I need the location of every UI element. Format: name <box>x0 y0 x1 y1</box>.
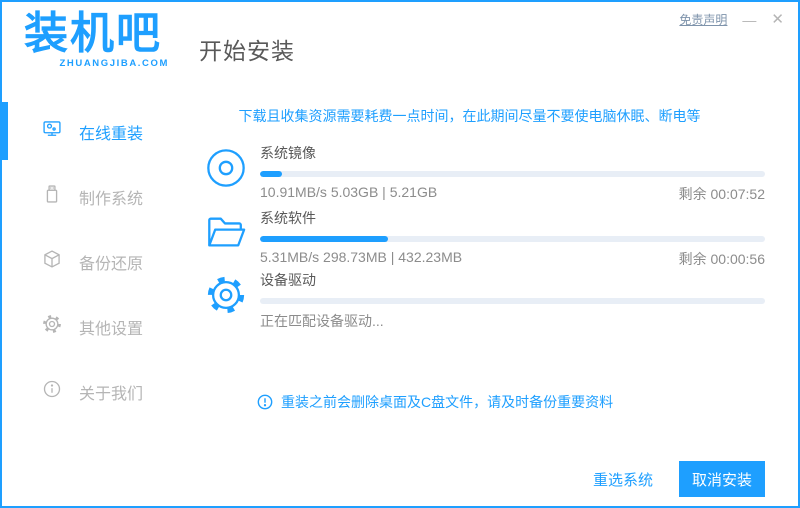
info-icon <box>42 379 62 404</box>
sidebar-item-label: 在线重装 <box>79 125 144 143</box>
folder-icon <box>205 212 247 254</box>
disc-icon <box>205 147 247 189</box>
task-remaining-time: 剩余 00:00:56 <box>678 251 765 267</box>
progress-bar <box>260 298 765 304</box>
settings-gear-icon <box>42 314 62 339</box>
progress-fill <box>260 236 388 242</box>
progress-bar <box>260 171 765 177</box>
progress-bar <box>260 236 765 242</box>
task-name: 设备驱动 <box>260 272 316 288</box>
app-logo: 装机吧 ZHUANGJIBA.COM <box>24 8 169 69</box>
task-row-system-software: 系统软件 5.31MB/s 298.73MB | 432.23MB 剩余 00:… <box>205 210 765 269</box>
disclaimer-link[interactable]: 免责声明 <box>679 11 727 28</box>
sidebar-item-other-settings[interactable]: 其他设置 <box>2 294 167 359</box>
sidebar-item-backup-restore[interactable]: 备份还原 <box>2 229 167 294</box>
footer-actions: 重选系统 取消安装 <box>593 461 765 497</box>
app-window: 免责声明 — ✕ 装机吧 ZHUANGJIBA.COM 开始安装 在线重装 制作… <box>0 0 800 508</box>
task-status-text: 正在匹配设备驱动... <box>260 313 384 329</box>
backup-restore-icon <box>42 249 62 274</box>
gear-icon <box>205 274 247 316</box>
task-name: 系统软件 <box>260 210 316 226</box>
titlebar-controls: 免责声明 — ✕ <box>679 11 784 28</box>
cancel-install-button[interactable]: 取消安装 <box>679 461 765 497</box>
sidebar-item-label: 关于我们 <box>79 385 144 403</box>
download-notice: 下载且收集资源需要耗费一点时间，在此期间尽量不要使电脑休眠、断电等 <box>238 108 701 124</box>
task-remaining-time: 剩余 00:07:52 <box>678 186 765 202</box>
task-speed-stats: 5.31MB/s 298.73MB | 432.23MB <box>260 249 463 265</box>
task-name: 系统镜像 <box>260 145 316 161</box>
logo-text: 装机吧 <box>24 9 162 58</box>
monitor-reinstall-icon <box>42 119 62 144</box>
close-icon[interactable]: ✕ <box>771 12 784 27</box>
active-indicator <box>2 102 8 160</box>
minimize-icon[interactable]: — <box>742 13 756 27</box>
sidebar-item-label: 其他设置 <box>79 320 144 338</box>
sidebar-item-online-reinstall[interactable]: 在线重装 <box>2 99 167 164</box>
sidebar-item-label: 备份还原 <box>79 255 144 273</box>
sidebar: 在线重装 制作系统 备份还原 其他设置 关于我们 <box>2 99 167 424</box>
sidebar-item-label: 制作系统 <box>79 190 144 208</box>
sidebar-item-make-system[interactable]: 制作系统 <box>2 164 167 229</box>
progress-fill <box>260 171 283 177</box>
backup-warning-note: 重装之前会删除桌面及C盘文件，请及时备份重要资料 <box>257 392 613 412</box>
task-speed-stats: 10.91MB/s 5.03GB | 5.21GB <box>260 184 438 200</box>
usb-drive-icon <box>42 184 62 209</box>
reselect-system-button[interactable]: 重选系统 <box>593 469 653 490</box>
backup-warning-text: 重装之前会删除桌面及C盘文件，请及时备份重要资料 <box>281 394 614 410</box>
sidebar-item-about-us[interactable]: 关于我们 <box>2 359 167 424</box>
task-row-system-image: 系统镜像 10.91MB/s 5.03GB | 5.21GB 剩余 00:07:… <box>205 145 765 204</box>
task-row-device-driver: 设备驱动 正在匹配设备驱动... <box>205 272 765 331</box>
exclamation-circle-icon <box>257 394 273 410</box>
page-title: 开始安装 <box>199 38 295 64</box>
